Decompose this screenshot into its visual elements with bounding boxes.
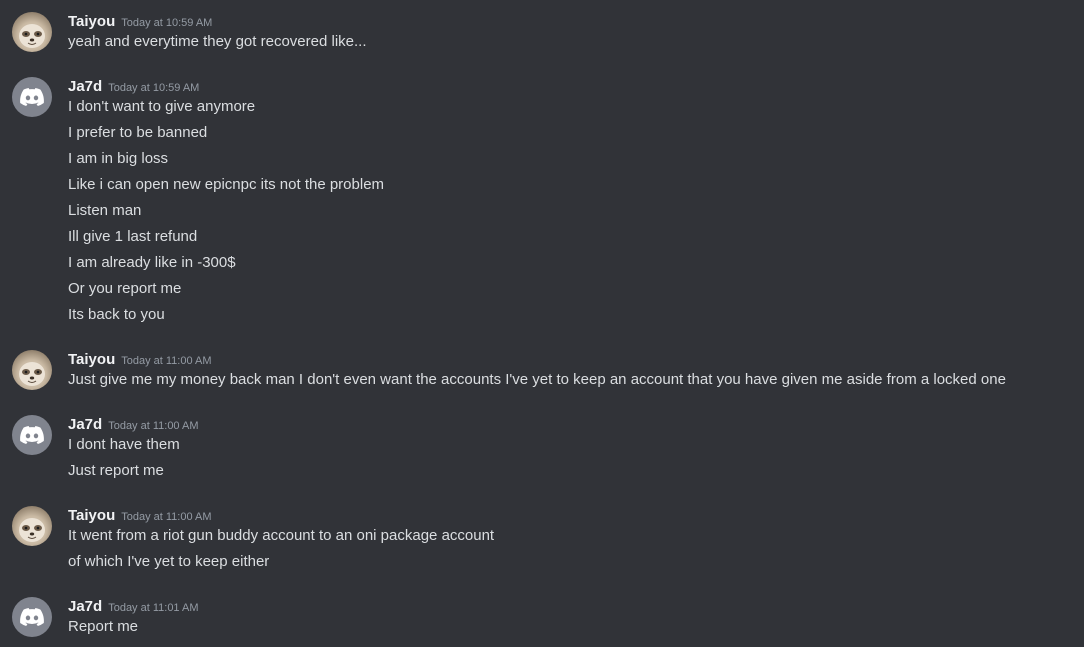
message-header: Ja7d Today at 11:00 AM <box>68 415 199 435</box>
timestamp[interactable]: Today at 11:01 AM <box>108 602 198 614</box>
message-text: Listen man <box>68 202 142 219</box>
message-text: It went from a riot gun buddy account to… <box>68 527 495 544</box>
message-header: Taiyou Today at 11:00 AM <box>68 350 212 370</box>
message-text: I prefer to be banned <box>68 124 208 141</box>
message-text: I am in big loss <box>68 150 169 167</box>
message-header: Taiyou Today at 10:59 AM <box>68 12 212 32</box>
avatar[interactable] <box>12 597 52 637</box>
avatar[interactable] <box>12 350 52 390</box>
avatar[interactable] <box>12 415 52 455</box>
discord-logo-icon <box>20 426 44 444</box>
message-text: yeah and everytime they got recovered li… <box>68 33 367 50</box>
message-text: Like i can open new epicnpc its not the … <box>68 176 385 193</box>
chat-messages: Taiyou Today at 10:59 AM yeah and everyti… <box>0 0 1084 647</box>
message-text: I am already like in -300$ <box>68 254 236 271</box>
username[interactable]: Ja7d <box>68 598 102 615</box>
timestamp[interactable]: Today at 11:00 AM <box>121 511 211 523</box>
message-text: I dont have them <box>68 436 180 453</box>
avatar[interactable] <box>12 506 52 546</box>
message-text: Just report me <box>68 462 164 479</box>
avatar[interactable] <box>12 12 52 52</box>
message-text: Its back to you <box>68 306 165 323</box>
timestamp[interactable]: Today at 10:59 AM <box>121 17 212 29</box>
username[interactable]: Taiyou <box>68 13 115 30</box>
message-text: Or you report me <box>68 280 182 297</box>
message-header: Ja7d Today at 10:59 AM <box>68 77 199 97</box>
message-header: Taiyou Today at 11:00 AM <box>68 506 212 526</box>
message-text: Ill give 1 last refund <box>68 228 198 245</box>
timestamp[interactable]: Today at 10:59 AM <box>108 82 199 94</box>
username[interactable]: Taiyou <box>68 351 115 368</box>
username[interactable]: Ja7d <box>68 416 102 433</box>
message-text: Just give me my money back man I don't e… <box>68 371 1006 388</box>
timestamp[interactable]: Today at 11:00 AM <box>108 420 198 432</box>
message-text: of which I've yet to keep either <box>68 553 270 570</box>
username[interactable]: Ja7d <box>68 78 102 95</box>
sloth-avatar-icon <box>19 362 45 386</box>
message-text: Report me <box>68 618 139 635</box>
sloth-avatar-icon <box>19 24 45 48</box>
message-text: I don't want to give anymore <box>68 98 256 115</box>
message-header: Ja7d Today at 11:01 AM <box>68 597 199 617</box>
username[interactable]: Taiyou <box>68 507 115 524</box>
sloth-avatar-icon <box>19 518 45 542</box>
timestamp[interactable]: Today at 11:00 AM <box>121 355 211 367</box>
discord-logo-icon <box>20 608 44 626</box>
discord-logo-icon <box>20 88 44 106</box>
avatar[interactable] <box>12 77 52 117</box>
